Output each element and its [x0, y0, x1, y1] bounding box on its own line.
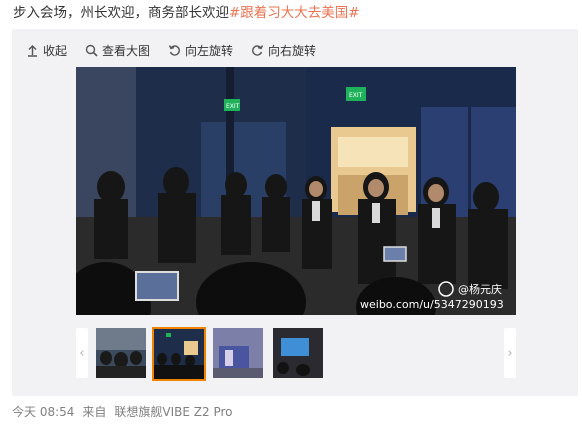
watermark-user: @杨元庆: [458, 282, 502, 296]
main-photo[interactable]: EXIT EXIT @杨元庆 weibo.com/u/5347290193: [76, 67, 516, 315]
prev-thumbnail-button[interactable]: ‹: [76, 328, 88, 378]
chevron-right-icon: ›: [507, 345, 513, 361]
post-time[interactable]: 今天 08:54: [12, 405, 74, 419]
rotate-right-icon: [252, 44, 264, 56]
watermark-url: weibo.com/u/5347290193: [360, 298, 504, 311]
thumbnail-strip: ‹ ›: [76, 326, 516, 381]
view-large-label: 查看大图: [102, 43, 151, 58]
view-large-button[interactable]: 查看大图: [85, 42, 150, 59]
photo-scene: EXIT EXIT @杨元庆 weibo.com/u/5347290193: [76, 67, 516, 315]
post-text: 步入会场，州长欢迎，商务部长欢迎#跟着习大大去美国#: [13, 3, 573, 23]
exit-sign-left: EXIT: [226, 103, 240, 110]
chevron-left-icon: ‹: [79, 345, 85, 361]
thumbnail-2-active[interactable]: [152, 327, 206, 381]
collapse-label: 收起: [43, 43, 68, 58]
thumbnail-3-image: [213, 328, 263, 378]
post-text-plain: 步入会场，州长欢迎，商务部长欢迎: [13, 5, 229, 21]
device-source[interactable]: 联想旗舰VIBE Z2 Pro: [114, 405, 232, 419]
post-meta: 今天 08:54 来自 联想旗舰VIBE Z2 Pro: [12, 403, 233, 420]
rotate-left-icon: [168, 44, 180, 56]
rotate-left-button[interactable]: 向左旋转: [168, 42, 233, 59]
thumbnail-2-image: [154, 329, 204, 379]
magnifier-icon: [85, 44, 98, 57]
exit-sign-right: EXIT: [349, 92, 363, 99]
thumbnail-4[interactable]: [273, 328, 323, 378]
thumbnail-3[interactable]: [213, 328, 263, 378]
rotate-left-label: 向左旋转: [185, 43, 234, 58]
collapse-icon: [28, 44, 37, 57]
rotate-right-label: 向右旋转: [268, 43, 317, 58]
topic-link[interactable]: #跟着习大大去美国#: [229, 5, 360, 21]
thumbnail-1-image: [96, 328, 146, 378]
thumbnail-4-image: [273, 328, 323, 378]
from-label: 来自: [82, 405, 107, 419]
image-toolbar: 收起 查看大图 向左旋转 向右旋转: [26, 40, 334, 60]
rotate-right-button[interactable]: 向右旋转: [251, 42, 316, 59]
collapse-button[interactable]: 收起: [26, 42, 67, 59]
next-thumbnail-button[interactable]: ›: [504, 328, 516, 378]
media-card: 收起 查看大图 向左旋转 向右旋转 EXIT EXIT @杨元庆 weibo.c…: [12, 29, 578, 396]
thumbnail-1[interactable]: [96, 328, 146, 378]
